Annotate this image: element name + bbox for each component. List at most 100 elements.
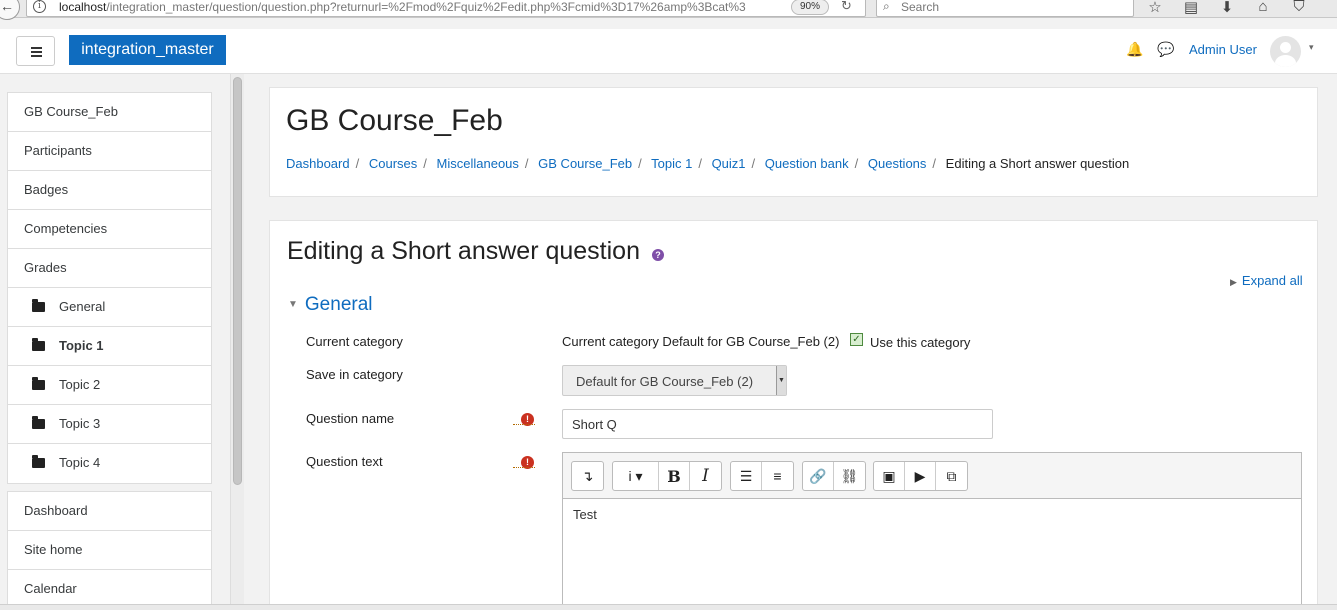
section-title: General: [304, 294, 373, 315]
breadcrumb-questions[interactable]: Questions: [868, 156, 927, 171]
toolbar-group-links: 🔗 ⛓: [802, 461, 866, 491]
nav-item-participants[interactable]: Participants: [8, 132, 211, 171]
course-nav-block: GB Course_Feb Participants Badges Compet…: [7, 92, 212, 484]
page-title: GB Course_Feb: [286, 104, 503, 137]
reader-view-icon[interactable]: ▤: [1180, 0, 1202, 16]
reload-icon[interactable]: ↻: [841, 0, 852, 14]
browser-toolbar-icons: ☆ ▤ ⬇ ⌂ ⛉: [1144, 0, 1310, 16]
toolbar-group-media: ▣ ▶ ⧉: [873, 461, 968, 491]
top-navbar: integration_master 🔔 💬 Admin User ▾: [0, 29, 1337, 74]
collapse-toolbar-icon[interactable]: ↴: [572, 462, 603, 490]
breadcrumb-question-bank[interactable]: Question bank: [765, 156, 849, 171]
link-icon[interactable]: 🔗: [803, 462, 834, 490]
avatar-body: [1275, 55, 1296, 67]
paragraph-style-icon[interactable]: i ▾: [613, 462, 659, 490]
download-icon[interactable]: ⬇: [1216, 0, 1238, 16]
avatar[interactable]: [1270, 36, 1301, 67]
nav-item-topic-1[interactable]: Topic 1: [8, 327, 211, 366]
image-icon[interactable]: ▣: [874, 462, 905, 490]
zoom-level-badge[interactable]: 90%: [791, 0, 829, 15]
site-name-link[interactable]: integration_master: [69, 35, 226, 65]
nav-item-badges[interactable]: Badges: [8, 171, 211, 210]
home-icon[interactable]: ⌂: [1252, 0, 1274, 16]
expand-all-label: Expand all: [1241, 273, 1303, 288]
breadcrumb-quiz1[interactable]: Quiz1: [712, 156, 746, 171]
manage-files-icon[interactable]: ⧉: [936, 462, 967, 490]
chevron-down-icon[interactable]: ▾: [1309, 42, 1314, 53]
help-icon[interactable]: ?: [652, 249, 664, 261]
messages-icon[interactable]: 💬: [1157, 41, 1174, 58]
url-host: localhost: [59, 0, 107, 14]
url-bar[interactable]: i localhost/integration_master/question/…: [26, 0, 866, 17]
nav-item-competencies[interactable]: Competencies: [8, 210, 211, 249]
nav-item-label: General: [59, 299, 106, 314]
numbered-list-icon[interactable]: ≡: [762, 462, 793, 490]
toolbar-group-style: i ▾ B I: [612, 461, 722, 491]
italic-icon[interactable]: I: [690, 462, 721, 490]
folder-icon: [32, 416, 45, 429]
question-text-label: Question text: [306, 454, 383, 469]
breadcrumb-separator: /: [751, 156, 756, 171]
page-header: GB Course_Feb Dashboard / Courses / Miscel…: [269, 87, 1318, 197]
search-icon: ⌕: [883, 0, 890, 13]
folder-icon: [32, 299, 45, 312]
question-text-area[interactable]: Test: [563, 499, 1301, 610]
breadcrumb-courses[interactable]: Courses: [369, 156, 417, 171]
breadcrumb-separator: /: [423, 156, 427, 171]
browser-search-input[interactable]: ⌕ Search: [876, 0, 1134, 17]
nav-item-topic-3[interactable]: Topic 3: [8, 405, 211, 444]
breadcrumb-dashboard[interactable]: Dashboard: [286, 156, 350, 171]
hamburger-icon-line: [31, 55, 42, 57]
url-text[interactable]: localhost/integration_master/question/qu…: [59, 0, 779, 14]
breadcrumb-separator: /: [524, 156, 529, 171]
folder-icon: [32, 377, 45, 390]
nav-item-dashboard[interactable]: Dashboard: [8, 492, 211, 531]
chevron-down-icon: ▼: [776, 366, 786, 395]
save-in-category-label: Save in category: [306, 367, 403, 382]
folder-icon: [32, 455, 45, 468]
bookmark-star-icon[interactable]: ☆: [1144, 0, 1166, 16]
breadcrumb-course[interactable]: GB Course_Feb: [538, 156, 632, 171]
pocket-icon[interactable]: ⛉: [1288, 0, 1310, 16]
required-indicator: [513, 467, 535, 468]
nav-item-label: Topic 4: [59, 455, 101, 470]
bold-icon[interactable]: B: [659, 462, 690, 490]
question-name-input[interactable]: [562, 409, 993, 439]
nav-drawer: GB Course_Feb Participants Badges Compet…: [0, 74, 230, 610]
search-placeholder: Search: [901, 0, 940, 14]
breadcrumb-topic-1[interactable]: Topic 1: [651, 156, 692, 171]
hamburger-icon-line: [31, 51, 42, 53]
nav-item-label: Topic 2: [59, 377, 101, 392]
drawer-scrollbar[interactable]: [230, 74, 244, 610]
nav-item-course[interactable]: GB Course_Feb: [8, 93, 211, 132]
drawer-toggle-button[interactable]: [16, 36, 55, 66]
caret-down-icon: ▼: [288, 299, 298, 310]
main-region: Editing a Short answer question ? ▶ Expan…: [269, 220, 1318, 610]
bullet-list-icon[interactable]: ☰: [731, 462, 762, 490]
breadcrumb-current: Editing a Short answer question: [945, 156, 1130, 171]
hamburger-icon: [31, 47, 42, 49]
nav-item-general[interactable]: General: [8, 288, 211, 327]
nav-item-topic-2[interactable]: Topic 2: [8, 366, 211, 405]
nav-item-grades[interactable]: Grades: [8, 249, 211, 288]
user-menu-name[interactable]: Admin User: [1189, 42, 1257, 57]
drawer-scrollbar-thumb[interactable]: [233, 77, 242, 485]
breadcrumb-separator: /: [854, 156, 859, 171]
use-category-checkbox[interactable]: ✓: [850, 333, 863, 346]
nav-item-site-home[interactable]: Site home: [8, 531, 211, 570]
expand-all-link[interactable]: ▶ Expand all: [1230, 273, 1303, 288]
unlink-icon[interactable]: ⛓: [834, 462, 865, 490]
use-category-label[interactable]: Use this category: [870, 335, 970, 350]
nav-item-topic-4[interactable]: Topic 4: [8, 444, 211, 483]
browser-toolbar: ← i localhost/integration_master/questio…: [0, 0, 1337, 20]
breadcrumb: Dashboard / Courses / Miscellaneous / GB Co…: [286, 156, 1129, 171]
category-select[interactable]: Default for GB Course_Feb (2) ▼: [562, 365, 787, 396]
section-general-toggle[interactable]: ▼ General: [288, 294, 373, 316]
video-icon[interactable]: ▶: [905, 462, 936, 490]
back-arrow-icon[interactable]: ←: [0, 0, 20, 20]
avatar-head: [1280, 42, 1291, 53]
breadcrumb-miscellaneous[interactable]: Miscellaneous: [437, 156, 519, 171]
breadcrumb-separator: /: [355, 156, 360, 171]
notification-bell-icon[interactable]: 🔔: [1126, 41, 1143, 58]
info-icon[interactable]: i: [33, 0, 46, 13]
